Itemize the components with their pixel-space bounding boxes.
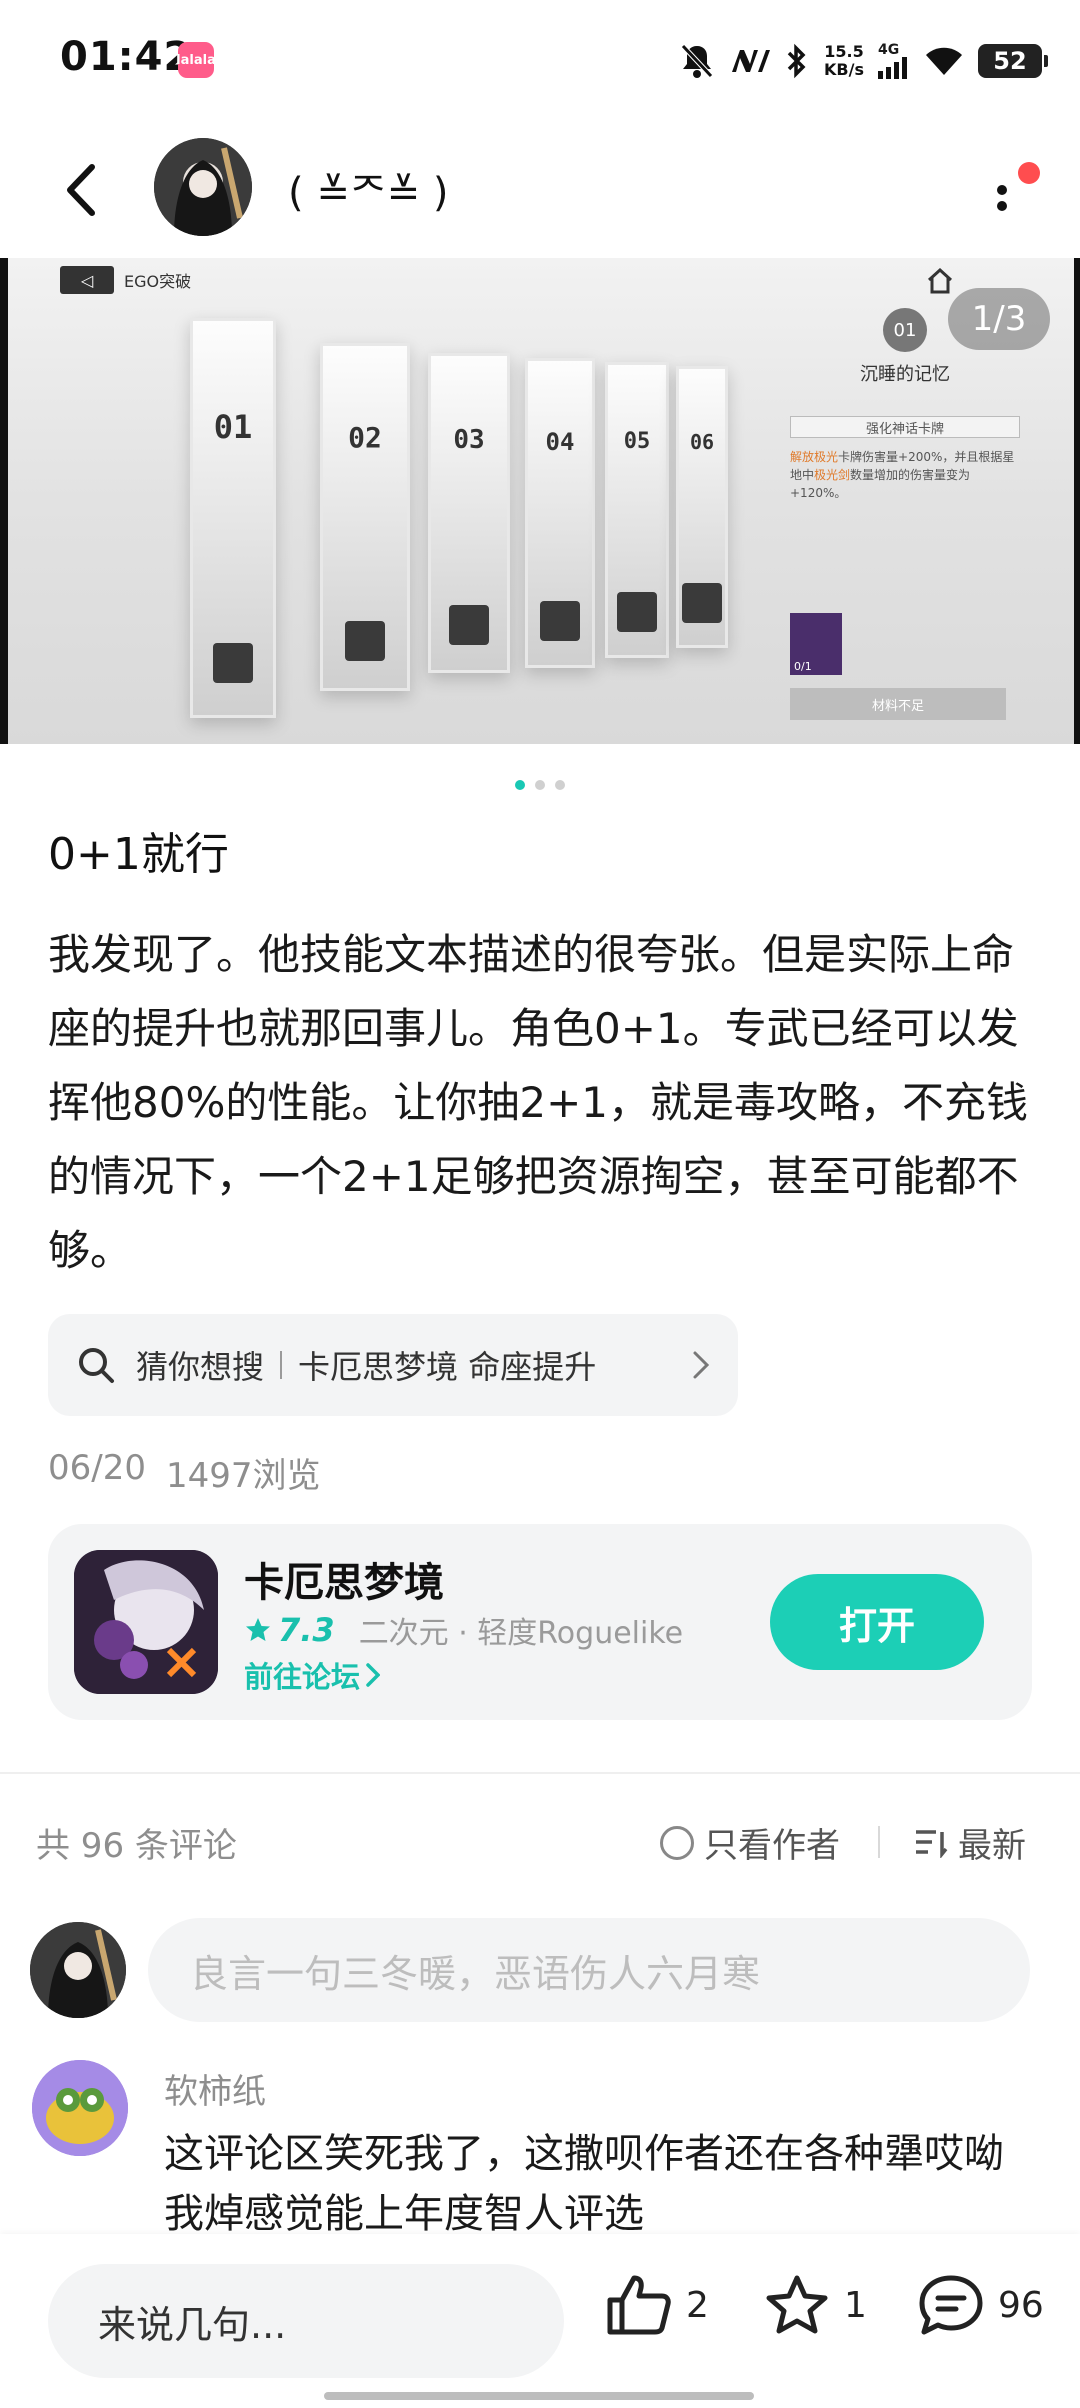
ego-panel: 02 bbox=[320, 343, 410, 691]
search-suggestion[interactable]: 猜你想搜 卡厄思梦境 命座提升 bbox=[48, 1314, 738, 1416]
ego-level-badge: 01 bbox=[883, 308, 927, 352]
thumbs-up-icon bbox=[607, 2275, 671, 2335]
open-game-button[interactable]: 打开 bbox=[770, 1574, 984, 1670]
nfc-icon bbox=[732, 50, 771, 72]
mute-bell-icon bbox=[681, 44, 713, 78]
ego-panel: 03 bbox=[428, 353, 510, 673]
radio-icon bbox=[660, 1825, 694, 1860]
comment-bubble-icon bbox=[919, 2275, 983, 2335]
lock-icon bbox=[682, 582, 722, 623]
ego-title: 沉睡的记忆 bbox=[860, 364, 950, 385]
reply-input[interactable]: 来说几句... bbox=[48, 2264, 564, 2378]
bluetooth-icon bbox=[787, 43, 806, 79]
favorite-button[interactable]: 1 bbox=[764, 2274, 867, 2336]
image-carousel[interactable]: ◁ EGO突破 01 02 03 04 05 06 01 沉睡的记忆 强化神话卡… bbox=[0, 258, 1080, 744]
section-divider bbox=[0, 1772, 1080, 1774]
ego-effect-label: 强化神话卡牌 bbox=[790, 416, 1020, 438]
ego-panel: 01 bbox=[190, 318, 276, 718]
more-options-button[interactable] bbox=[980, 160, 1040, 220]
lock-icon bbox=[213, 643, 253, 684]
post-header: ( ≚ᄌ≚ ) bbox=[0, 130, 1080, 250]
post-body: 我发现了。他技能文本描述的很夸张。但是实际上命座的提升也就那回事儿。角色0+1。… bbox=[48, 930, 1028, 1275]
lock-icon bbox=[345, 620, 385, 661]
ego-panel: 05 bbox=[605, 362, 669, 658]
battery-icon: 52 bbox=[978, 44, 1048, 78]
carousel-dot[interactable] bbox=[515, 780, 525, 790]
ego-effect-desc: 解放极光卡牌伤害量+200%，并且根据星地中极光剑数量增加的伤害量变为+120%… bbox=[790, 450, 1015, 500]
post-date: 06/20 bbox=[48, 1448, 146, 1488]
star-outline-icon bbox=[766, 2275, 828, 2334]
search-suggestion-text: 卡厄思梦境 命座提升 bbox=[298, 1348, 597, 1386]
carousel-dot[interactable] bbox=[555, 780, 565, 790]
ego-panel: 04 bbox=[525, 358, 595, 668]
lock-icon bbox=[449, 604, 489, 645]
my-avatar bbox=[30, 1922, 126, 2018]
back-arrow-icon: ◁ bbox=[60, 266, 114, 294]
chevron-right-icon bbox=[693, 1351, 710, 1379]
ego-panel: 06 bbox=[676, 366, 728, 648]
app-notification-icon: lalala bbox=[176, 42, 216, 78]
comments-button[interactable]: 96 bbox=[918, 2274, 1044, 2336]
comment-input[interactable]: 良言一句三冬暖，恶语伤人六月寒 bbox=[148, 1918, 1030, 2022]
sort-latest-button[interactable]: 最新 bbox=[914, 1818, 1026, 1867]
author-name[interactable]: ( ≚ᄌ≚ ) bbox=[288, 160, 448, 218]
game-rating: 7.3 二次元 · 轻度Roguelike bbox=[244, 1608, 683, 1652]
game-name: 卡厄思梦境 bbox=[244, 1560, 444, 1606]
game-icon[interactable] bbox=[74, 1550, 218, 1694]
notification-dot bbox=[1018, 162, 1040, 184]
game-card[interactable]: 卡厄思梦境 7.3 二次元 · 轻度Roguelike 前往论坛 打开 bbox=[48, 1524, 1032, 1720]
carousel-dots bbox=[0, 780, 1080, 790]
lock-icon bbox=[617, 591, 657, 632]
back-button[interactable] bbox=[50, 158, 110, 222]
post-title: 0+1就行 bbox=[48, 829, 229, 880]
image-page-indicator: 1/3 bbox=[948, 288, 1050, 350]
material-item: 0/1 bbox=[790, 613, 842, 675]
author-avatar[interactable] bbox=[154, 138, 252, 236]
post-views: 1497浏览 bbox=[165, 1456, 321, 1496]
sort-icon bbox=[916, 1829, 948, 1858]
home-indicator bbox=[324, 2392, 754, 2400]
bottom-action-bar: 来说几句... 2 1 96 bbox=[0, 2234, 1080, 2408]
game-score: 7.3 bbox=[278, 1611, 335, 1649]
wifi-icon bbox=[926, 47, 962, 75]
only-author-toggle[interactable]: 只看作者 bbox=[660, 1818, 840, 1867]
carousel-dot[interactable] bbox=[535, 780, 545, 790]
chevron-left-icon bbox=[67, 164, 95, 216]
status-bar: 01:42 lalala 15.5 KB/s 4G 52 bbox=[0, 0, 1080, 120]
commenter-avatar[interactable] bbox=[32, 2060, 128, 2156]
cellular-signal-icon: 4G bbox=[878, 43, 910, 79]
game-tags: 二次元 · 轻度Roguelike bbox=[358, 1616, 684, 1651]
comments-count: 共 96 条评论 bbox=[36, 1826, 237, 1866]
post-meta: 06/20 1497浏览 bbox=[48, 1448, 321, 1497]
chevron-right-icon bbox=[366, 1663, 381, 1687]
search-icon bbox=[79, 1348, 114, 1383]
status-icons: 15.5 KB/s 4G 52 bbox=[680, 36, 1048, 86]
comment-text: 这评论区笑死我了，这撒呗作者还在各种犟哎呦我焯感觉能上年度智人评选 bbox=[164, 2131, 1004, 2237]
forum-link[interactable]: 前往论坛 bbox=[244, 1654, 381, 1696]
search-suggestion-label: 猜你想搜 bbox=[136, 1348, 265, 1386]
like-button[interactable]: 2 bbox=[606, 2274, 709, 2336]
lock-icon bbox=[540, 600, 580, 641]
status-time: 01:42 bbox=[60, 34, 193, 80]
ego-breakthrough-tag: ◁ EGO突破 bbox=[60, 266, 191, 294]
commenter-name[interactable]: 软柿纸 bbox=[164, 2064, 266, 2113]
star-icon bbox=[246, 1618, 270, 1641]
net-speed: 15.5 KB/s bbox=[824, 42, 864, 79]
insufficient-material-button: 材料不足 bbox=[790, 688, 1006, 720]
home-icon bbox=[927, 268, 953, 294]
